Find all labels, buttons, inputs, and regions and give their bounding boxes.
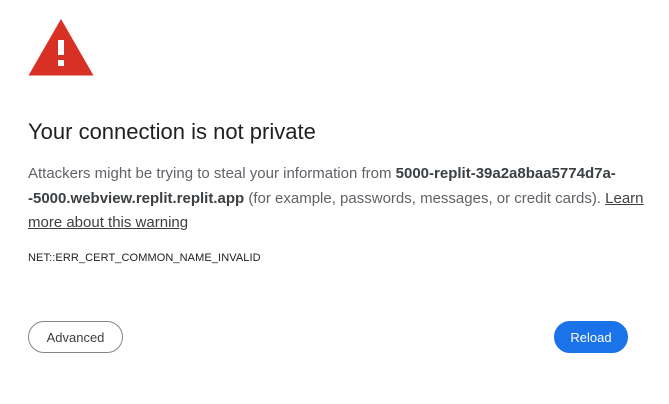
explanation-suffix: (for example, passwords, messages, or cr… (244, 189, 606, 207)
warning-triangle-icon (28, 19, 94, 76)
error-code: NET::ERR_CERT_COMMON_NAME_INVALID (28, 252, 261, 264)
reload-button[interactable]: Reload (554, 321, 628, 353)
advanced-button[interactable]: Advanced (28, 321, 123, 353)
page-title: Your connection is not private (28, 119, 316, 144)
explanation-prefix: Attackers might be trying to steal your … (28, 165, 396, 182)
explanation-text: Attackers might be trying to steal your … (28, 162, 648, 236)
